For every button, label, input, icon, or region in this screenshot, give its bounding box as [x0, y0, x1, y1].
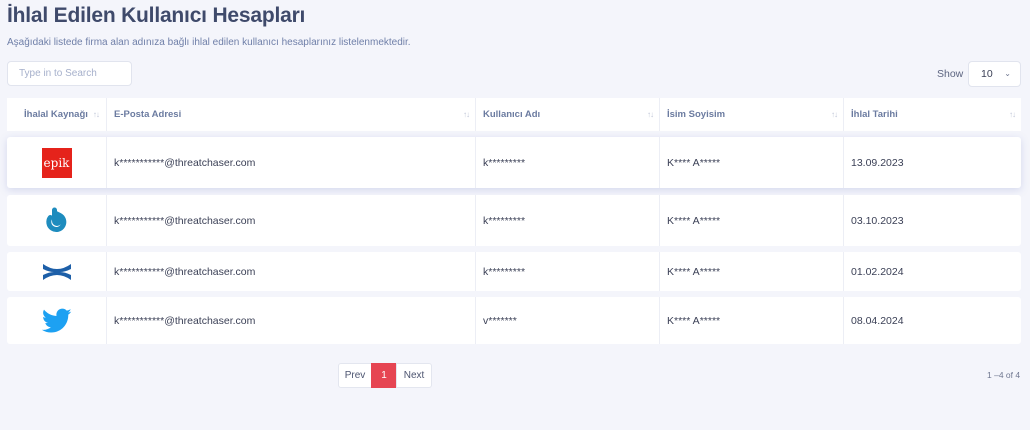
username-cell: k*********: [476, 252, 660, 291]
page-size-select[interactable]: 10 ⌄: [968, 61, 1021, 87]
email-cell: k***********@threatchaser.com: [107, 252, 476, 291]
column-header-source[interactable]: İhalal Kaynağı ↑↓: [7, 98, 107, 131]
email-cell: k***********@threatchaser.com: [107, 137, 476, 188]
username-cell: k*********: [476, 137, 660, 188]
gravatar-logo-icon: [45, 207, 66, 232]
page-size-value: 10: [981, 68, 993, 80]
show-label: Show: [937, 68, 964, 80]
page-subtitle: Aşağıdaki listede firma alan adınıza bağ…: [7, 37, 411, 48]
twitter-logo-icon: [41, 308, 71, 332]
source-cell: [7, 297, 107, 344]
source-cell: [7, 252, 107, 291]
column-header-name[interactable]: İsim Soyisim ↑↓: [660, 98, 844, 131]
date-cell: 03.10.2023: [851, 214, 904, 227]
email-cell: k***********@threatchaser.com: [107, 195, 476, 246]
date-cell: 01.02.2024: [851, 265, 904, 278]
date-cell: 13.09.2023: [851, 156, 904, 169]
table-row[interactable]: k***********@threatchaser.com v******* K…: [7, 297, 1021, 344]
page-1-button[interactable]: 1: [371, 363, 397, 388]
email-cell: k***********@threatchaser.com: [107, 297, 476, 344]
sort-icon[interactable]: ↑↓: [93, 110, 100, 119]
page-title: İhlal Edilen Kullanıcı Hesapları: [7, 4, 306, 27]
sort-icon[interactable]: ↑↓: [463, 110, 470, 119]
username-cell: k*********: [476, 195, 660, 246]
name-cell: K**** A*****: [660, 297, 844, 344]
prev-page-button[interactable]: Prev: [338, 363, 372, 388]
next-page-button[interactable]: Next: [396, 363, 432, 388]
source-cell: epik: [7, 137, 107, 188]
name-cell: K**** A*****: [660, 137, 844, 188]
sort-icon[interactable]: ↑↓: [647, 110, 654, 119]
table-row[interactable]: epik k***********@threatchaser.com k****…: [7, 137, 1021, 188]
sort-icon[interactable]: ↑↓: [831, 110, 838, 119]
table-header: İhalal Kaynağı ↑↓ E-Posta Adresi ↑↓ Kull…: [7, 98, 1021, 131]
sort-icon[interactable]: ↑↓: [1009, 110, 1016, 119]
table-row[interactable]: k***********@threatchaser.com k*********…: [7, 252, 1021, 291]
date-cell: 08.04.2024: [851, 314, 904, 327]
name-cell: K**** A*****: [660, 195, 844, 246]
chevron-down-icon: ⌄: [1004, 69, 1011, 78]
column-header-date[interactable]: İhlal Tarihi ↑↓: [844, 98, 1021, 131]
under-armour-logo-icon: [42, 263, 71, 280]
result-count: 1 –4 of 4: [987, 370, 1021, 380]
name-cell: K**** A*****: [660, 252, 844, 291]
epik-logo-icon: epik: [41, 147, 72, 178]
username-cell: v*******: [476, 297, 660, 344]
search-input[interactable]: [7, 61, 132, 86]
column-header-username[interactable]: Kullanıcı Adı ↑↓: [476, 98, 660, 131]
source-cell: [7, 195, 107, 246]
column-header-email[interactable]: E-Posta Adresi ↑↓: [107, 98, 476, 131]
table-row[interactable]: k***********@threatchaser.com k*********…: [7, 195, 1021, 246]
